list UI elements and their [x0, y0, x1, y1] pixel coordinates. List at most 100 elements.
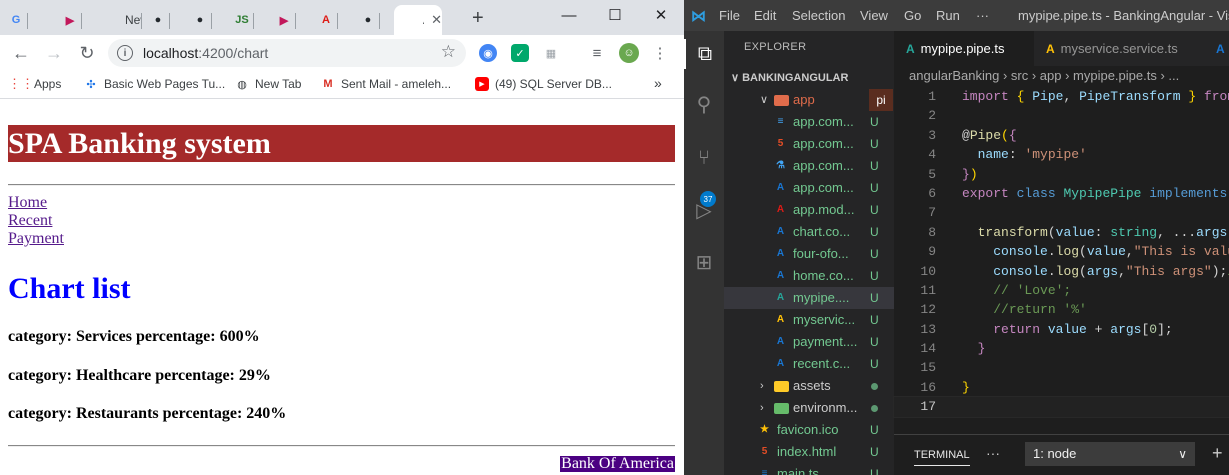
- back-icon[interactable]: ←: [9, 41, 33, 65]
- bookmark-new-tab[interactable]: ◍ New Tab: [235, 77, 301, 91]
- browser-tab[interactable]: JSJ: [226, 5, 254, 35]
- browser-tab[interactable]: Gc: [0, 5, 28, 35]
- bookmark-apps[interactable]: ⋮⋮ Apps: [8, 76, 61, 91]
- new-tab-button[interactable]: +: [472, 7, 484, 30]
- menu-selection[interactable]: Selection: [792, 8, 845, 23]
- extension-shield-icon[interactable]: ✓: [511, 44, 529, 62]
- tab-title: New: [125, 13, 142, 27]
- git-status-untracked: U: [870, 423, 879, 437]
- tree-file[interactable]: Aapp.com... U: [724, 177, 894, 199]
- code-line: 4 name: 'mypipe': [894, 145, 1229, 164]
- code-text: @Pipe({: [962, 127, 1017, 143]
- explorer-icon[interactable]: ⧉: [684, 39, 724, 69]
- menu-edit[interactable]: Edit: [754, 8, 776, 23]
- bookmark-sent-mail[interactable]: M Sent Mail - ameleh...: [321, 77, 451, 91]
- bookmark-sql-server[interactable]: ▶ (49) SQL Server DB...: [475, 77, 612, 91]
- profile-avatar[interactable]: ☺: [619, 43, 639, 63]
- tab-mypipe[interactable]: A mypipe.pipe.ts: [894, 31, 1034, 66]
- forward-icon[interactable]: →: [42, 41, 66, 65]
- browser-tab[interactable]: New: [96, 5, 142, 35]
- code-line-current: 17: [893, 396, 1229, 418]
- tree-file[interactable]: Afour-ofo... U: [724, 243, 894, 265]
- tree-item-label: environm...: [793, 400, 858, 415]
- line-number: 16: [920, 379, 936, 395]
- editor-area: A mypipe.pipe.ts A myservice.service.ts …: [893, 31, 1229, 475]
- tree-folder[interactable]: › environm...: [724, 397, 894, 419]
- extension-puzzle-icon[interactable]: ▦: [542, 44, 560, 62]
- tree-file[interactable]: ≡ main.ts U: [724, 463, 894, 475]
- url-text[interactable]: localhost:4200/chart: [143, 45, 268, 61]
- bookmark-basic-web-pages[interactable]: ✣ Basic Web Pages Tu...: [84, 77, 225, 91]
- run-debug-icon[interactable]: ▷: [689, 195, 719, 225]
- browser-tab[interactable]: ●a: [352, 5, 380, 35]
- breadcrumb[interactable]: angularBanking › src › app › mypipe.pipe…: [909, 68, 1179, 83]
- tree-file[interactable]: ⚗ app.com... U: [724, 155, 894, 177]
- address-bar[interactable]: i localhost:4200/chart ☆: [108, 39, 466, 67]
- info-icon[interactable]: i: [117, 45, 133, 61]
- tree-file[interactable]: Achart.co... U: [724, 221, 894, 243]
- tree-file[interactable]: ≡ app.com... U: [724, 111, 894, 133]
- media-queue-icon[interactable]: ≡: [588, 44, 606, 62]
- line-number: 17: [920, 399, 936, 415]
- bookmarks-bar: ⋮⋮ Apps ✣ Basic Web Pages Tu... ◍ New Ta…: [0, 71, 684, 99]
- minimize-icon[interactable]: —: [546, 0, 592, 30]
- menu-file[interactable]: File: [719, 8, 740, 23]
- tab-separator: [379, 13, 380, 29]
- project-section-header[interactable]: ∨ BANKINGANGULAR: [724, 67, 894, 89]
- menu-view[interactable]: View: [860, 8, 888, 23]
- browser-tab[interactable]: ●a: [142, 5, 170, 35]
- new-terminal-button[interactable]: +: [1212, 443, 1223, 464]
- maximize-icon[interactable]: ☐: [592, 0, 638, 30]
- code-line: 12 //return '%': [894, 300, 1229, 319]
- extension-search-icon[interactable]: ◉: [479, 44, 497, 62]
- tab-favicon-icon: ●: [154, 14, 162, 26]
- bookmark-label: (49) SQL Server DB...: [495, 77, 612, 91]
- bookmarks-overflow-button[interactable]: »: [654, 75, 662, 91]
- tree-file[interactable]: Aapp.mod... U: [724, 199, 894, 221]
- browser-tab[interactable]: ▶V: [268, 5, 296, 35]
- tree-file[interactable]: Amyservic... U: [724, 309, 894, 331]
- angular-icon: A: [1216, 41, 1225, 56]
- terminal-select[interactable]: 1: node ∨: [1025, 442, 1195, 466]
- tree-file[interactable]: 5 app.com... U: [724, 133, 894, 155]
- git-status-untracked: U: [870, 203, 879, 217]
- tab-overflow[interactable]: A: [1204, 31, 1229, 66]
- menu-more[interactable]: ···: [976, 8, 989, 23]
- tree-item-label: favicon.ico: [777, 422, 839, 437]
- browser-tab[interactable]: AL: [310, 5, 338, 35]
- code-line: 3 @Pipe({: [894, 126, 1229, 145]
- bookmark-star-icon[interactable]: ☆: [441, 42, 456, 62]
- close-icon[interactable]: ✕: [638, 0, 684, 30]
- panel-more-button[interactable]: ···: [986, 445, 1000, 461]
- menu-run[interactable]: Run: [936, 8, 960, 23]
- code-editor[interactable]: 1 import { Pipe, PipeTransform } from 2 3…: [893, 87, 1229, 418]
- browser-tab[interactable]: ●n: [184, 5, 212, 35]
- terminal-tab[interactable]: TERMINAL: [914, 449, 970, 466]
- search-icon[interactable]: ⚲: [689, 89, 719, 119]
- browser-tab[interactable]: A✕: [394, 5, 442, 35]
- tree-folder[interactable]: ∨ app pi: [724, 89, 894, 111]
- browser-tab[interactable]: ▶V: [54, 5, 82, 35]
- menu-kebab-icon[interactable]: ⋮: [651, 44, 669, 62]
- tree-file[interactable]: Arecent.c... U: [724, 353, 894, 375]
- url-host: localhost: [143, 45, 199, 61]
- tab-myservice[interactable]: A myservice.service.ts: [1034, 31, 1204, 66]
- nav-link-payment[interactable]: Payment: [8, 230, 64, 248]
- tree-file[interactable]: Apayment.... U: [724, 331, 894, 353]
- tree-file[interactable]: Amypipe.... U: [724, 287, 894, 309]
- extensions-icon[interactable]: ⊞: [689, 247, 719, 277]
- tree-file[interactable]: Ahome.co... U: [724, 265, 894, 287]
- tree-file[interactable]: 5 index.html U: [724, 441, 894, 463]
- reload-icon[interactable]: ↻: [75, 41, 99, 65]
- nav-link-home[interactable]: Home: [8, 194, 64, 212]
- source-control-icon[interactable]: ⑂: [689, 143, 719, 173]
- inline-rename-box[interactable]: pi: [869, 89, 893, 111]
- nav-link-recent[interactable]: Recent: [8, 212, 64, 230]
- tree-file[interactable]: ★ favicon.ico U: [724, 419, 894, 441]
- tab-separator: [337, 13, 338, 29]
- tree-folder[interactable]: › assets: [724, 375, 894, 397]
- bookmark-icon: ✣: [86, 78, 96, 91]
- git-status-untracked: U: [870, 445, 879, 459]
- tab-close-icon[interactable]: ✕: [431, 12, 442, 28]
- menu-go[interactable]: Go: [904, 8, 921, 23]
